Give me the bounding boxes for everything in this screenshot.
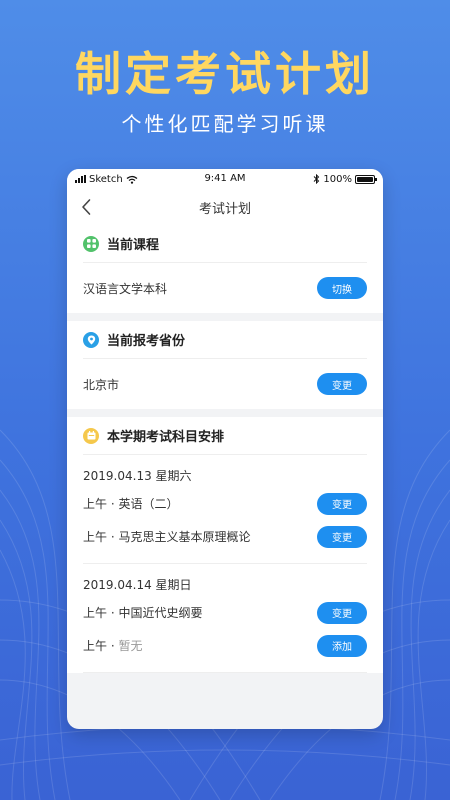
province-name: 北京市 bbox=[83, 377, 120, 392]
exam-item-row: 上午 · 马克思主义基本原理概论 变更 bbox=[83, 520, 367, 553]
current-course-heading: 当前课程 bbox=[107, 238, 160, 253]
exam-date: 2019.04.14 星期日 bbox=[83, 578, 192, 592]
grid-icon bbox=[83, 235, 99, 252]
course-name: 汉语言文学本科 bbox=[83, 281, 168, 296]
change-province-button[interactable]: 变更 bbox=[317, 373, 367, 395]
exam-schedule-card: 本学期考试科目安排 2019.04.13 星期六 上午 · 英语（二） 变更 上… bbox=[67, 417, 383, 673]
phone-screen: Sketch 9:41 AM 100% 考试计划 当前课程 汉语言文学本科 切换 bbox=[67, 169, 383, 729]
battery-icon bbox=[355, 174, 377, 184]
location-pin-icon bbox=[83, 331, 99, 348]
exam-date: 2019.04.13 星期六 bbox=[83, 469, 192, 483]
exam-item-row: 上午 · 英语（二） 变更 bbox=[83, 487, 367, 520]
exam-subject: 上午 · 中国近代史纲要 bbox=[83, 606, 203, 620]
current-province-card: 当前报考省份 北京市 变更 bbox=[67, 321, 383, 409]
add-exam-button[interactable]: 添加 bbox=[317, 634, 367, 657]
exam-day-group: 2019.04.13 星期六 上午 · 英语（二） 变更 上午 · 马克思主义基… bbox=[83, 455, 367, 564]
exam-subject: 上午 · 英语（二） bbox=[83, 497, 179, 511]
change-exam-button[interactable]: 变更 bbox=[317, 601, 367, 624]
nav-bar: 考试计划 bbox=[67, 189, 383, 225]
switch-course-button[interactable]: 切换 bbox=[317, 277, 367, 299]
page-title: 考试计划 bbox=[198, 201, 251, 217]
current-province-row: 北京市 变更 bbox=[83, 359, 367, 409]
current-course-row: 汉语言文学本科 切换 bbox=[83, 263, 367, 313]
hero-subtitle: 个性化匹配学习听课 bbox=[121, 112, 329, 136]
status-time: 9:41 AM bbox=[204, 173, 246, 184]
calendar-icon bbox=[83, 427, 99, 444]
empty-slot-text: 暂无 bbox=[118, 639, 143, 653]
exam-slot-prefix: 上午 · bbox=[83, 639, 119, 653]
exam-item-row: 上午 · 中国近代史纲要 变更 bbox=[83, 596, 367, 629]
chevron-left-icon[interactable] bbox=[77, 197, 97, 217]
change-exam-button[interactable]: 变更 bbox=[317, 525, 367, 548]
current-course-card: 当前课程 汉语言文学本科 切换 bbox=[67, 225, 383, 313]
current-province-heading: 当前报考省份 bbox=[107, 334, 186, 349]
exam-subject-empty: 上午 · 暂无 bbox=[83, 637, 142, 654]
exam-day-group: 2019.04.14 星期日 上午 · 中国近代史纲要 变更 上午 · 暂无 添… bbox=[83, 564, 367, 673]
exam-schedule-heading: 本学期考试科目安排 bbox=[107, 430, 225, 445]
exam-item-row: 上午 · 暂无 添加 bbox=[83, 629, 367, 662]
exam-subject: 上午 · 马克思主义基本原理概论 bbox=[83, 530, 251, 544]
hero-title: 制定考试计划 bbox=[75, 47, 375, 101]
status-bar: Sketch 9:41 AM 100% bbox=[67, 169, 383, 189]
change-exam-button[interactable]: 变更 bbox=[317, 492, 367, 515]
